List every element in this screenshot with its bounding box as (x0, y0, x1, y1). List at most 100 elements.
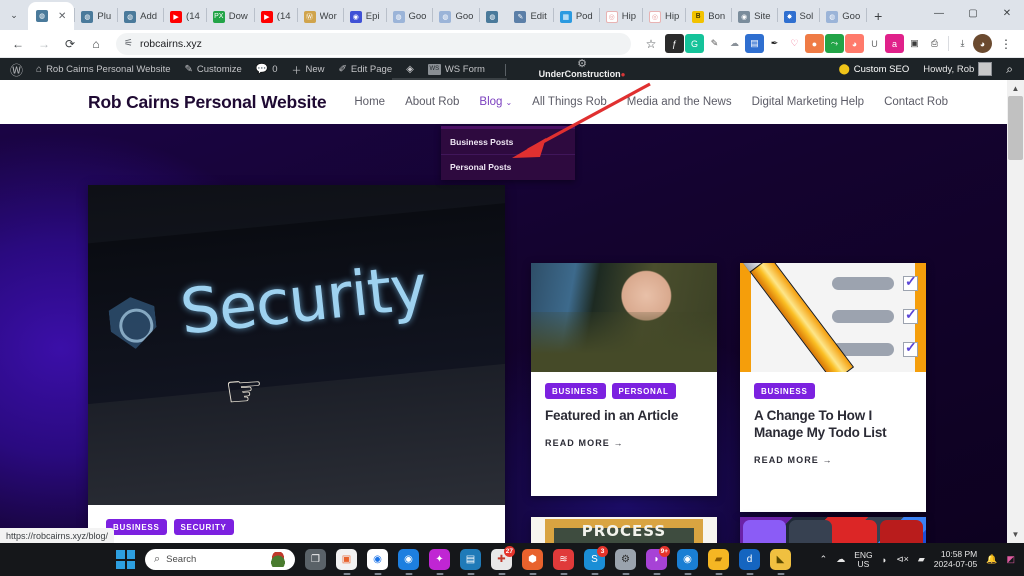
clock[interactable]: 10:58 PM 2024-07-05 (934, 549, 977, 570)
volume-muted-icon[interactable]: ⊲× (896, 554, 909, 565)
browser-tab[interactable]: PX Dow (207, 3, 254, 30)
language-indicator[interactable]: ENG US (854, 550, 872, 569)
eyedropper-extension-icon[interactable]: ✎ (705, 34, 724, 53)
pocket-extension-icon[interactable]: ♡ (785, 34, 804, 53)
browser-tab[interactable]: ▶ (14 (164, 3, 206, 30)
notifications-bell-icon[interactable]: 🔔 (986, 554, 997, 565)
plus-app-icon[interactable]: ✚ 27 (491, 546, 515, 570)
share-extension-icon[interactable]: ⤳ (825, 34, 844, 53)
browser-tab[interactable]: ✸ Sol (778, 3, 820, 30)
maximize-button[interactable]: ▢ (956, 0, 990, 26)
browser-tab[interactable]: ✎ Edit (508, 3, 552, 30)
browser-tab[interactable]: ◎ Hip (643, 3, 685, 30)
browser-tab[interactable]: B Bon (686, 3, 731, 30)
admin-bar-search[interactable]: ⌕ (999, 58, 1020, 80)
admin-bar-new[interactable]: ＋ New (285, 58, 332, 80)
task-view-icon[interactable]: ❐ (305, 549, 326, 570)
read-more-link[interactable]: READ MORE → (545, 438, 703, 448)
admin-bar-ws-form[interactable]: WS WS Form (421, 58, 492, 80)
tag-business[interactable]: BUSINESS (106, 519, 167, 535)
onedrive-icon[interactable]: ☁ (836, 554, 845, 565)
post-card[interactable]: BUSINESS A Change To How I Manage My Tod… (740, 263, 926, 512)
read-more-link[interactable]: READ MORE → (754, 455, 912, 465)
nav-item-home[interactable]: Home (344, 96, 395, 108)
browser-tab[interactable]: ◉ Epi (344, 3, 386, 30)
bookmark-star-icon[interactable]: ☆ (639, 32, 663, 56)
taskbar-search-input[interactable]: ⌕ Search (145, 549, 295, 570)
tune-icon[interactable]: ⚟ (124, 38, 133, 49)
post-title[interactable]: A Change To How I Manage My Todo List (754, 408, 912, 442)
windows-start-icon[interactable] (116, 550, 135, 569)
canva-icon[interactable]: ✦ (429, 549, 450, 570)
tray-overflow-icon[interactable]: ⌃ (820, 554, 828, 565)
battery-icon[interactable]: ▰ (918, 554, 925, 565)
reload-icon[interactable]: ⟳ (58, 32, 82, 56)
close-window-button[interactable]: ✕ (990, 0, 1024, 26)
post-card[interactable]: PROCESS PROCESS PROCESS (531, 517, 717, 543)
downloads-icon[interactable]: ⤓ (953, 34, 972, 53)
home-icon[interactable]: ⌂ (84, 32, 108, 56)
browser-tab[interactable]: ▦ Pod (554, 3, 599, 30)
ff-extension-icon[interactable]: ƒ (665, 34, 684, 53)
edge-icon[interactable]: ◉ (677, 549, 698, 570)
microsoft-store-icon[interactable]: ▣ (336, 549, 357, 570)
browser-tab-active[interactable]: ◍ ✕ (28, 2, 75, 30)
admin-bar-howdy[interactable]: Howdy, Rob (916, 58, 999, 80)
admin-bar-custom-seo[interactable]: ⬤ Custom SEO (832, 58, 917, 80)
tag-business[interactable]: BUSINESS (545, 383, 606, 399)
tag-security[interactable]: SECURITY (173, 519, 234, 535)
streaks-icon[interactable]: ≋ (553, 549, 574, 570)
marker-extension-icon[interactable]: ✒ (765, 34, 784, 53)
post-card[interactable]: BUSINESS PERSONAL Featured in an Article… (531, 263, 717, 496)
cloud-extension-icon[interactable]: ☁ (725, 34, 744, 53)
scrollbar-thumb[interactable] (1008, 96, 1023, 160)
browser-tab[interactable]: ◍ Goo (820, 3, 866, 30)
nav-item-blog[interactable]: Blog ⌄ (469, 96, 522, 108)
nav-item-about-rob[interactable]: About Rob (395, 96, 469, 108)
admin-bar-jetpack[interactable]: ◈ (399, 58, 421, 80)
nav-item-contact-rob[interactable]: Contact Rob (874, 96, 958, 108)
chrome-icon[interactable]: ◉ (367, 549, 388, 570)
firefox-dev-icon[interactable]: ◉ (398, 549, 419, 570)
tag-business[interactable]: BUSINESS (754, 383, 815, 399)
notes-app-icon[interactable]: ◣ (770, 549, 791, 570)
file-explorer-icon[interactable]: ▰ (708, 549, 729, 570)
browser-tab[interactable]: ◍ Add (118, 3, 163, 30)
orange-app-icon[interactable]: ⬢ (522, 549, 543, 570)
admin-bar-edit-page[interactable]: ✐ Edit Page (332, 58, 400, 80)
grammar-u-extension-icon[interactable]: U (865, 34, 884, 53)
tab-search-button[interactable]: ⌄ (0, 0, 28, 30)
calendar-icon[interactable]: ▤ (460, 549, 481, 570)
browser-tab[interactable]: ◉ Site (732, 3, 776, 30)
site-title[interactable]: Rob Cairns Personal Website (88, 92, 327, 113)
browser-tab[interactable]: Ⓦ Wor (298, 3, 343, 30)
docusign-icon[interactable]: d (739, 549, 760, 570)
wifi-icon[interactable]: ◗ (882, 555, 887, 565)
wordpress-icon[interactable]: Ⓦ (4, 60, 29, 79)
screenshot-extension-icon[interactable]: ▣ (905, 34, 924, 53)
grammarly-extension-icon[interactable]: G (685, 34, 704, 53)
dropdown-item-business-posts[interactable]: Business Posts (441, 129, 575, 154)
tag-personal[interactable]: PERSONAL (611, 383, 676, 399)
save-note-extension-icon[interactable]: ▤ (745, 34, 764, 53)
featured-post-card[interactable]: Security ☞ BUSINESS SECURITY (88, 185, 505, 543)
browser-menu-icon[interactable]: ⋮ (994, 32, 1018, 56)
pro-app-icon[interactable]: ◩ (1006, 554, 1015, 565)
browser-tab[interactable]: ◍ Goo (433, 3, 479, 30)
browser-tab[interactable]: ◎ Hip (600, 3, 642, 30)
parrot-app-icon[interactable]: ◗ 9+ (646, 546, 670, 570)
nav-item-media-and-the-news[interactable]: Media and the News (617, 96, 742, 108)
scroll-down-arrow[interactable]: ▼ (1007, 526, 1024, 543)
forward-icon[interactable]: → (32, 32, 56, 56)
address-bar[interactable]: ⚟ robcairns.xyz (116, 32, 631, 55)
close-icon[interactable]: ✕ (58, 11, 66, 22)
admin-bar-customize[interactable]: ✎ Customize (178, 58, 249, 80)
browser-tab[interactable]: ◍ Plu (75, 3, 117, 30)
nav-item-all-things-rob[interactable]: All Things Rob (522, 96, 617, 108)
browser-tab[interactable]: ◍ (480, 3, 508, 30)
clipboard-extension-icon[interactable]: ⎙ (925, 34, 944, 53)
nav-item-digital-marketing-help[interactable]: Digital Marketing Help (742, 96, 875, 108)
profile-avatar[interactable]: ◕ (973, 34, 992, 53)
post-title[interactable]: Featured in an Article (545, 408, 703, 425)
minimize-button[interactable]: — (922, 0, 956, 26)
